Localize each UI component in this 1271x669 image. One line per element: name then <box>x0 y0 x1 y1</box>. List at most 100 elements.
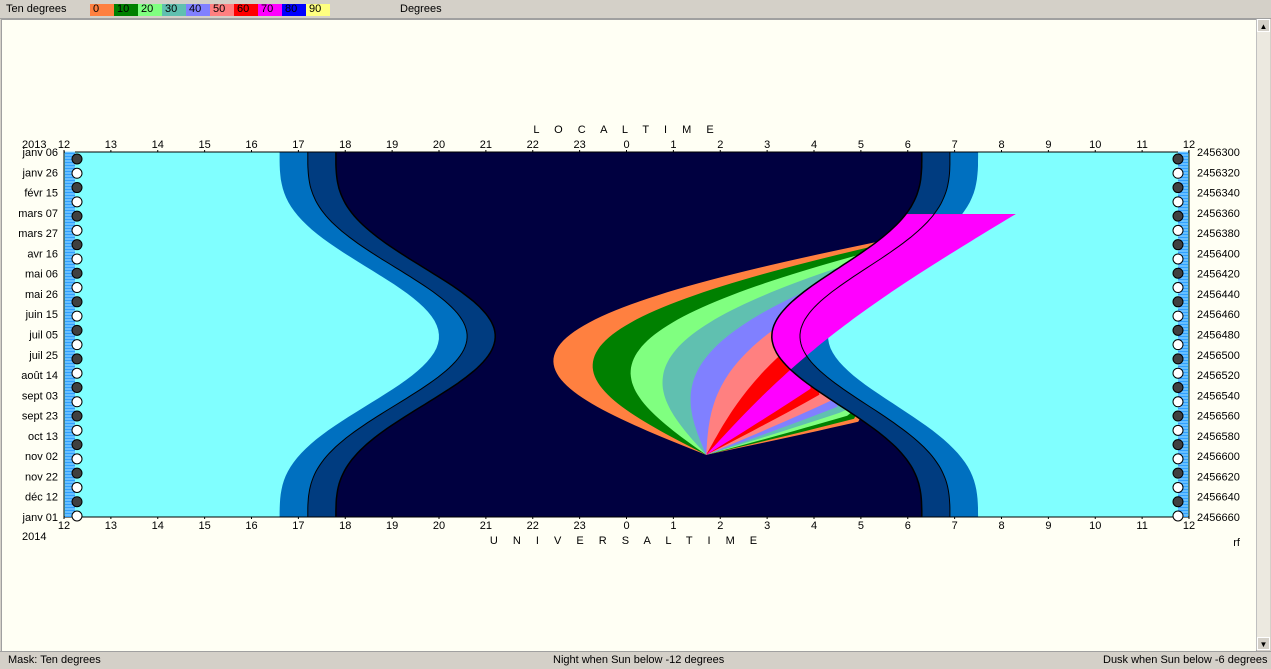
corner-label: rf <box>1233 537 1241 549</box>
date-label: déc 12 <box>25 492 58 504</box>
moon-phase-icon <box>71 196 83 208</box>
bottom-tick-label: 0 <box>623 520 629 532</box>
top-tick-label: 6 <box>905 139 911 151</box>
moon-phase-icon <box>71 182 83 194</box>
julian-day-label: 2456540 <box>1197 390 1240 402</box>
year-end-label: 2014 <box>22 531 46 543</box>
date-label: juin 15 <box>25 309 58 321</box>
moon-phase-icon <box>71 224 83 236</box>
scroll-up-icon[interactable]: ▲ <box>1257 19 1270 32</box>
date-label: nov 02 <box>25 451 58 463</box>
legend-label: 0 <box>93 3 100 15</box>
vertical-scrollbar[interactable]: ▲ ▼ <box>1256 19 1270 650</box>
moon-phase-icon <box>1172 453 1184 465</box>
date-label: févr 15 <box>24 188 58 200</box>
scroll-down-icon[interactable]: ▼ <box>1257 637 1270 650</box>
date-label: nov 22 <box>25 471 58 483</box>
moon-phase-icon <box>1172 296 1184 308</box>
julian-day-label: 2456440 <box>1197 289 1240 301</box>
julian-day-label: 2456300 <box>1197 147 1240 159</box>
moon-phase-icon <box>71 396 83 408</box>
top-tick-label: 23 <box>574 139 586 151</box>
moon-phase-icon <box>1172 496 1184 508</box>
top-tick-label: 7 <box>952 139 958 151</box>
date-label: sept 23 <box>22 411 58 423</box>
julian-day-label: 2456320 <box>1197 167 1240 179</box>
julian-day-label: 2456340 <box>1197 188 1240 200</box>
julian-day-label: 2456480 <box>1197 330 1240 342</box>
moon-phase-icon <box>71 367 83 379</box>
top-tick-label: 13 <box>105 139 117 151</box>
moon-phase-icon <box>1172 439 1184 451</box>
date-label: oct 13 <box>28 431 58 443</box>
top-tick-label: 18 <box>339 139 351 151</box>
date-label: sept 03 <box>22 390 58 402</box>
julian-day-label: 2456460 <box>1197 309 1240 321</box>
moon-phase-icon <box>71 239 83 251</box>
moon-phase-icon <box>71 296 83 308</box>
top-tick-label: 2 <box>717 139 723 151</box>
top-tick-label: 21 <box>480 139 492 151</box>
top-tick-label: 20 <box>433 139 445 151</box>
moon-phase-icon <box>71 353 83 365</box>
moon-phase-icon <box>1172 182 1184 194</box>
top-tick-label: 12 <box>1183 139 1195 151</box>
moon-phase-icon <box>1172 410 1184 422</box>
legend-title: Ten degrees <box>6 3 67 15</box>
legend-label: 60 <box>237 3 250 15</box>
moon-phase-icon <box>1172 310 1184 322</box>
moon-phase-icon <box>71 282 83 294</box>
top-tick-label: 19 <box>386 139 398 151</box>
top-tick-label: 10 <box>1089 139 1101 151</box>
bottom-tick-label: 1 <box>670 520 676 532</box>
moon-phase-icon <box>71 424 83 436</box>
bottom-tick-label: 23 <box>574 520 586 532</box>
bottom-tick-label: 19 <box>386 520 398 532</box>
moon-phase-icon <box>1172 153 1184 165</box>
moon-phase-icon <box>71 210 83 222</box>
top-tick-label: 15 <box>199 139 211 151</box>
bottom-tick-label: 10 <box>1089 520 1101 532</box>
date-label: avr 16 <box>27 248 58 260</box>
moon-phase-icon <box>71 510 83 522</box>
top-tick-label: 4 <box>811 139 817 151</box>
moon-phase-icon <box>71 167 83 179</box>
date-label: mars 07 <box>18 208 58 220</box>
top-tick-label: 9 <box>1045 139 1051 151</box>
bottom-tick-label: 22 <box>527 520 539 532</box>
julian-day-label: 2456420 <box>1197 269 1240 281</box>
julian-day-label: 2456640 <box>1197 492 1240 504</box>
bottom-tick-label: 11 <box>1136 520 1147 532</box>
top-tick-label: 1 <box>670 139 676 151</box>
bottom-tick-label: 17 <box>292 520 304 532</box>
bottom-tick-label: 2 <box>717 520 723 532</box>
bottom-tick-label: 7 <box>952 520 958 532</box>
moon-phase-icon <box>1172 167 1184 179</box>
top-tick-label: 3 <box>764 139 770 151</box>
moon-phase-icon <box>71 381 83 393</box>
moon-phase-icon <box>71 496 83 508</box>
bottom-tick-label: 18 <box>339 520 351 532</box>
moon-phase-icon <box>1172 481 1184 493</box>
date-label: mars 27 <box>18 228 58 240</box>
moon-phase-icon <box>1172 467 1184 479</box>
moon-phase-icon <box>1172 253 1184 265</box>
date-label: juil 05 <box>28 330 58 342</box>
julian-day-label: 2456500 <box>1197 350 1240 362</box>
top-tick-label: 11 <box>1136 139 1147 151</box>
bottom-tick-label: 4 <box>811 520 817 532</box>
moon-phase-icon <box>71 310 83 322</box>
julian-day-label: 2456620 <box>1197 471 1240 483</box>
legend-units: Degrees <box>400 3 442 15</box>
bottom-tick-label: 21 <box>480 520 492 532</box>
legend-label: 70 <box>261 3 274 15</box>
bottom-tick-label: 12 <box>1183 520 1195 532</box>
moon-phase-icon <box>1172 381 1184 393</box>
julian-day-label: 2456360 <box>1197 208 1240 220</box>
moon-phase-icon <box>1172 282 1184 294</box>
moon-phase-icon <box>71 324 83 336</box>
julian-day-label: 2456560 <box>1197 411 1240 423</box>
universal-time-title: U N I V E R S A L T I M E <box>490 535 763 547</box>
moon-phase-icon <box>71 453 83 465</box>
date-label: juil 25 <box>28 350 58 362</box>
